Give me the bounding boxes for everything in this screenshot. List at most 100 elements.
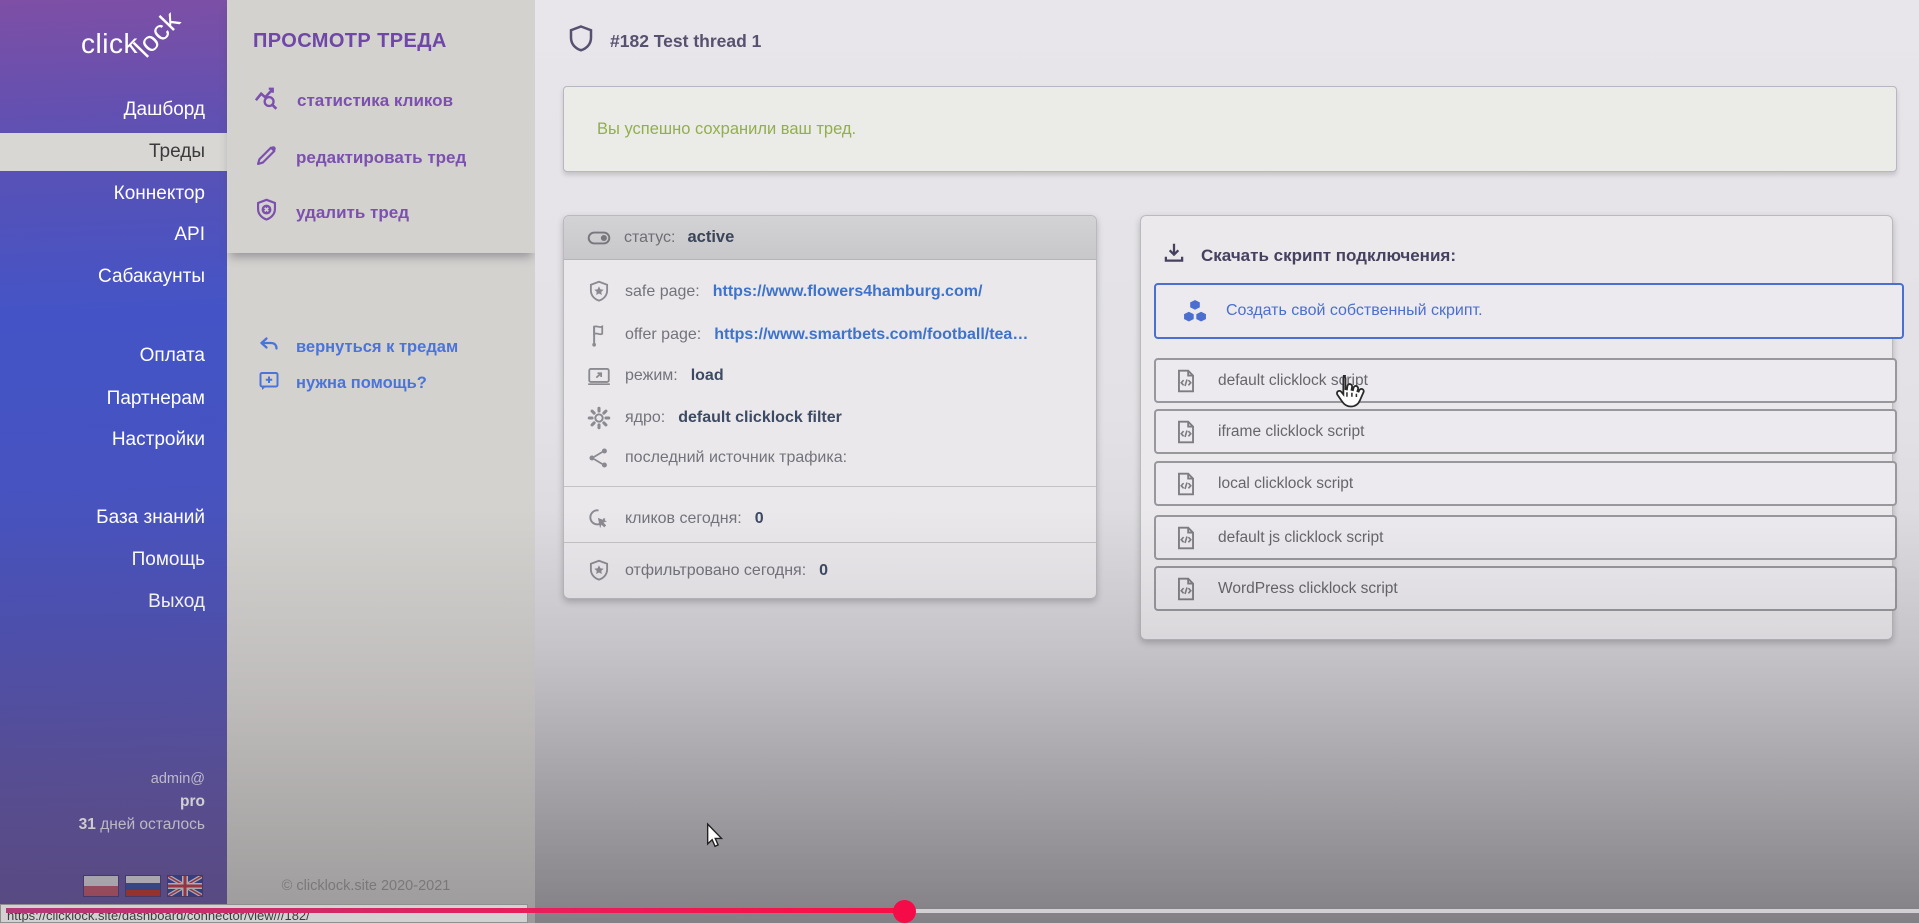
- mode-value: load: [691, 367, 724, 385]
- core-row: ядро: default clicklock filter: [586, 396, 1080, 439]
- create-own-script-button[interactable]: Создать свой собственный скрипт.: [1154, 283, 1904, 339]
- account-plan: pro: [0, 793, 205, 811]
- wordpress-script-button[interactable]: WordPress clicklock script: [1154, 566, 1897, 611]
- code-file-icon: [1173, 576, 1199, 602]
- thread-title: #182 Test thread 1: [610, 31, 761, 52]
- poland-flag-icon[interactable]: [84, 876, 118, 896]
- clicklock-logo: click lock: [51, 6, 211, 76]
- code-file-icon: [1173, 525, 1199, 551]
- local-script-button[interactable]: local clicklock script: [1154, 461, 1897, 506]
- status-label: статус:: [624, 229, 675, 247]
- last-traffic-source-row: последний источник трафика:: [586, 436, 1080, 479]
- statusbar-url: https://clicklock.site/dashboard/connect…: [0, 904, 528, 923]
- back-to-threads-link[interactable]: вернуться к тредам: [257, 332, 458, 362]
- sidebar-item-subaccounts[interactable]: Сабакаунты: [0, 258, 227, 296]
- core-value: default clicklock filter: [678, 409, 842, 427]
- create-own-script-label: Создать свой собственный скрипт.: [1226, 302, 1483, 320]
- offer-page-link[interactable]: https://www.smartbets.com/football/tea…: [714, 326, 1028, 344]
- cubes-icon: [1180, 296, 1210, 326]
- success-alert: Вы успешно сохранили ваш тред.: [563, 86, 1897, 172]
- need-help-label: нужна помощь?: [296, 374, 427, 393]
- submenu-title: ПРОСМОТР ТРЕДА: [253, 30, 447, 53]
- mode-label: режим:: [625, 367, 678, 385]
- back-arrow-icon: [257, 333, 281, 362]
- shield-star-icon: [586, 279, 612, 305]
- sidebar-item-settings[interactable]: Настройки: [0, 421, 227, 459]
- status-header-row: статус: active: [564, 216, 1096, 260]
- click-cursor-icon: [586, 506, 612, 532]
- local-script-label: local clicklock script: [1218, 475, 1353, 493]
- code-file-icon: [1173, 471, 1199, 497]
- account-days-left: 31 дней осталось: [0, 816, 205, 834]
- gear-icon: [586, 405, 612, 431]
- last-traffic-source-label: последний источник трафика:: [625, 449, 847, 467]
- russia-flag-icon[interactable]: [126, 876, 160, 896]
- sidebar-item-threads[interactable]: Треды: [0, 133, 227, 171]
- success-alert-text: Вы успешно сохранили ваш тред.: [597, 120, 856, 139]
- need-help-link[interactable]: нужна помощь?: [257, 368, 427, 398]
- download-scripts-panel: Скачать скрипт подключения: Создать свой…: [1140, 215, 1893, 640]
- filtered-today-value: 0: [819, 562, 828, 580]
- click-stats-button[interactable]: статистика кликов: [253, 84, 453, 118]
- help-bubble-plus-icon: [257, 369, 281, 398]
- iframe-script-button[interactable]: iframe clicklock script: [1154, 409, 1897, 454]
- clicklock-dashboard: click lock Дашборд Треды Коннектор API С…: [0, 0, 1919, 923]
- status-value: active: [687, 228, 734, 247]
- video-progress-track[interactable]: [915, 909, 1919, 913]
- scripts-panel-header: Скачать скрипт подключения:: [1161, 240, 1456, 271]
- offer-page-row: offer page: https://www.smartbets.com/fo…: [586, 313, 1080, 356]
- shield-x-icon: [253, 197, 280, 229]
- days-text: дней осталось: [100, 816, 205, 833]
- mode-row: режим: load: [586, 354, 1080, 397]
- flag-icon: [586, 322, 612, 348]
- default-script-button[interactable]: default clicklock script: [1154, 358, 1897, 403]
- copyright: © clicklock.site 2020-2021: [227, 878, 505, 894]
- pencil-icon: [253, 142, 280, 174]
- sidebar-item-knowledge-base[interactable]: База знаний: [0, 499, 227, 537]
- sidebar-item-dashboard[interactable]: Дашборд: [0, 91, 227, 129]
- safe-page-link[interactable]: https://www.flowers4hamburg.com/: [713, 283, 983, 301]
- safe-page-label: safe page:: [625, 283, 700, 301]
- iframe-script-label: iframe clicklock script: [1218, 423, 1364, 441]
- filtered-today-label: отфильтровано сегодня:: [625, 562, 806, 580]
- clicks-today-row: кликов сегодня: 0: [586, 497, 1080, 540]
- account-info: admin@ pro 31 дней осталось: [0, 771, 227, 834]
- core-label: ядро:: [625, 409, 665, 427]
- edit-thread-label: редактировать тред: [296, 148, 466, 168]
- card-divider: [564, 486, 1096, 487]
- shield-icon: [566, 24, 596, 59]
- video-progress-fill[interactable]: [6, 908, 904, 913]
- card-divider: [564, 542, 1096, 543]
- delete-thread-label: удалить тред: [296, 203, 409, 223]
- sidebar-item-api[interactable]: API: [0, 216, 227, 254]
- stats-magnifier-icon: [253, 85, 281, 118]
- sidebar-item-payment[interactable]: Оплата: [0, 337, 227, 375]
- sidebar-item-logout[interactable]: Выход: [0, 583, 227, 621]
- default-js-script-button[interactable]: default js clicklock script: [1154, 515, 1897, 560]
- filtered-today-row: отфильтровано сегодня: 0: [586, 549, 1080, 592]
- sidebar-item-help[interactable]: Помощь: [0, 541, 227, 579]
- share-icon: [586, 445, 612, 471]
- default-js-script-label: default js clicklock script: [1218, 529, 1383, 547]
- download-icon: [1161, 240, 1187, 271]
- sidebar-item-connector[interactable]: Коннектор: [0, 175, 227, 213]
- offer-page-label: offer page:: [625, 326, 701, 344]
- sidebar-item-partners[interactable]: Партнерам: [0, 380, 227, 418]
- language-switcher: [84, 876, 202, 896]
- thread-status-card: статус: active safe page: https://www.fl…: [563, 215, 1097, 599]
- back-to-threads-label: вернуться к тредам: [296, 338, 458, 357]
- video-progress-knob[interactable]: [893, 900, 916, 923]
- code-file-icon: [1173, 419, 1199, 445]
- clicks-today-label: кликов сегодня:: [625, 510, 742, 528]
- default-script-label: default clicklock script: [1218, 372, 1368, 390]
- safe-page-row: safe page: https://www.flowers4hamburg.c…: [586, 270, 1080, 313]
- code-file-icon: [1173, 368, 1199, 394]
- delete-thread-button[interactable]: удалить тред: [253, 196, 409, 230]
- scripts-panel-title: Скачать скрипт подключения:: [1201, 246, 1456, 266]
- thread-submenu: ПРОСМОТР ТРЕДА статистика кликов редакти…: [227, 0, 535, 923]
- edit-thread-button[interactable]: редактировать тред: [253, 141, 466, 175]
- uk-flag-icon[interactable]: [168, 876, 202, 896]
- clicks-today-value: 0: [755, 510, 764, 528]
- click-stats-label: статистика кликов: [297, 91, 453, 111]
- sidebar: click lock Дашборд Треды Коннектор API С…: [0, 0, 227, 923]
